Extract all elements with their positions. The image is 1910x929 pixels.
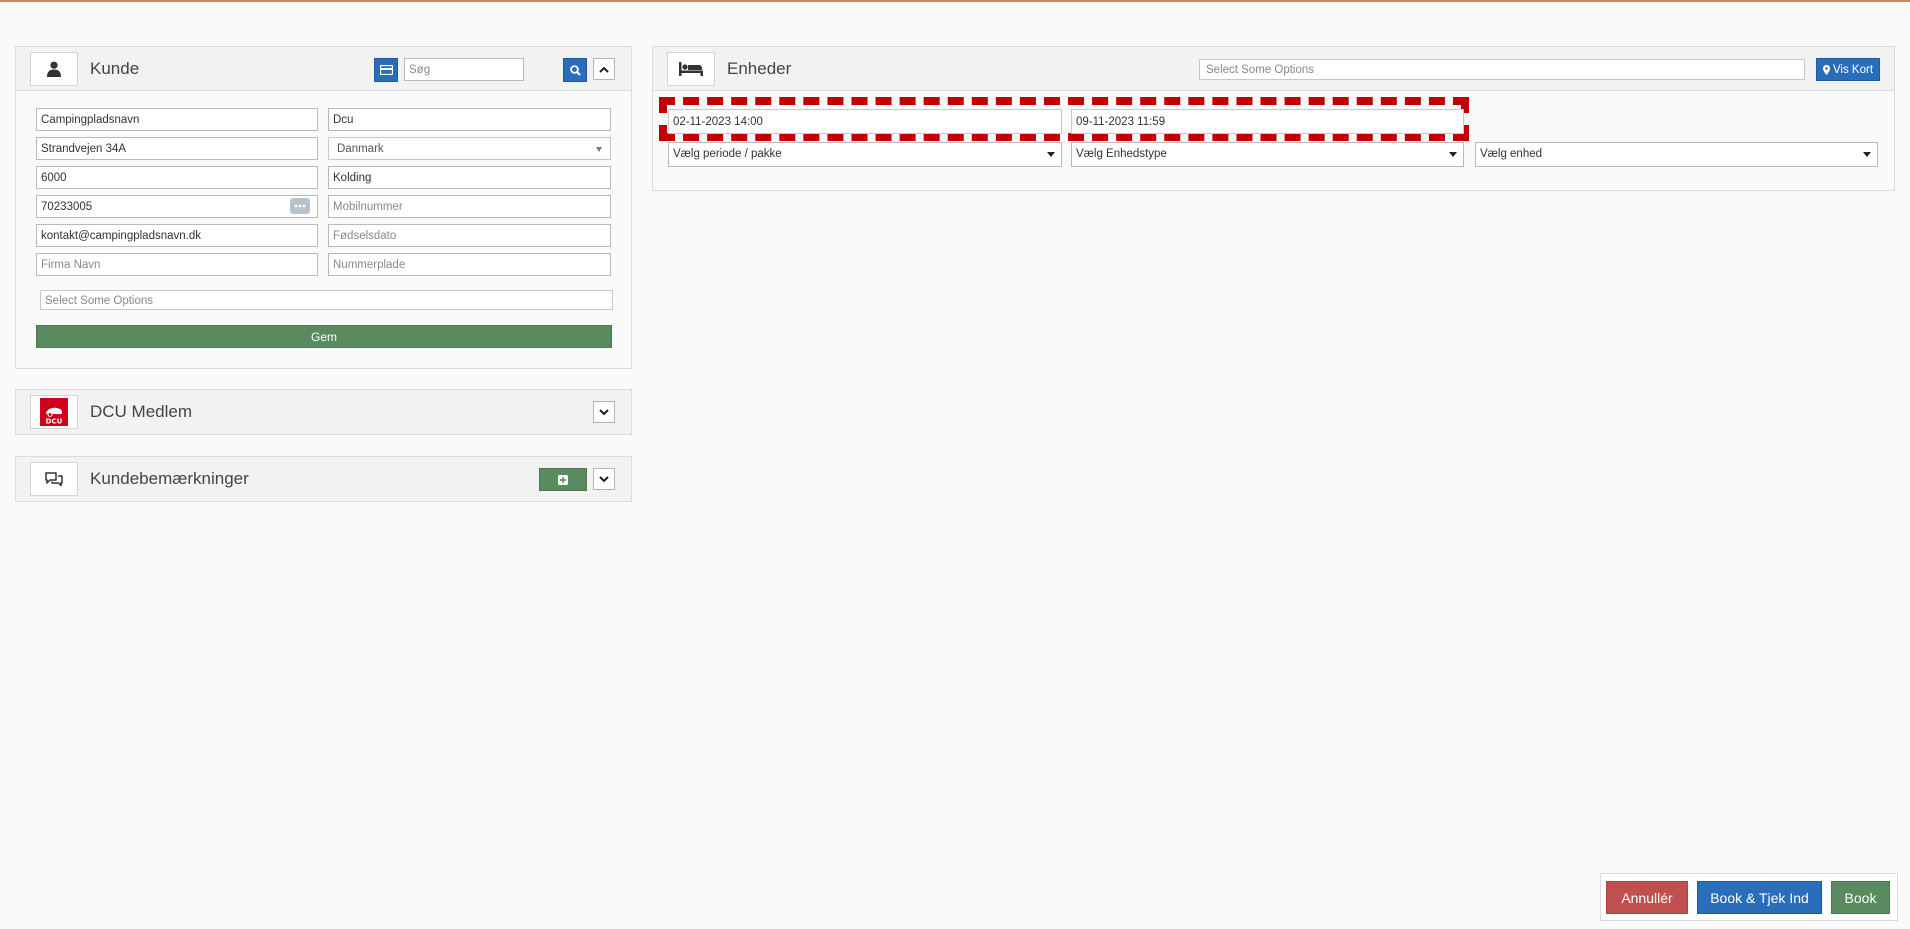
comments-icon [45,472,63,487]
save-button[interactable]: Gem [36,325,612,348]
phone-more-button[interactable] [290,198,310,214]
company-field[interactable]: Firma Navn [36,253,318,276]
phone-field-value: 70233005 [41,201,93,213]
footer-action-bar: Annullér Book & Tjek Ind Book [1600,873,1898,921]
user-icon [47,61,61,77]
address-field[interactable]: Strandvejen 34A [36,137,318,160]
phone-field[interactable]: 70233005 [36,195,318,218]
unit-type-value: Vælg Enhedstype [1076,148,1167,160]
save-button-label: Gem [310,329,337,344]
lastname-field[interactable]: Dcu [328,108,611,131]
unit-select[interactable]: Vælg enhed [1475,142,1878,167]
bed-icon [679,62,703,76]
country-select[interactable]: Danmark [328,137,611,160]
cancel-button-label: Annullér [1621,889,1673,906]
caret-down-icon [1863,152,1871,157]
units-panel: Enheder Select Some Options Vis Kort 02-… [652,46,1895,191]
name-field[interactable]: Campingpladsnavn [36,108,318,131]
customer-remarks-title: Kundebemærkninger [90,469,249,488]
email-field[interactable]: kontakt@campingpladsnavn.dk [36,224,318,247]
caret-down-icon [1047,152,1055,157]
chevron-down-icon [599,475,609,482]
plus-square-icon [558,474,568,485]
customer-panel-title: Kunde [90,59,140,78]
book-checkin-button-label: Book & Tjek Ind [1710,889,1809,906]
mobile-field[interactable]: Mobilnummer [328,195,611,218]
customer-search-button[interactable] [563,58,587,82]
customer-search-input[interactable]: Søg [404,58,524,81]
book-button[interactable]: Book [1831,881,1890,914]
customer-panel: Kunde Søg Campingpladsnavn Dcu Strandvej… [15,46,632,369]
zip-field[interactable]: 6000 [36,166,318,189]
date-to-field[interactable]: 09-11-2023 11:59 [1071,109,1464,134]
units-icon-box [667,52,715,86]
cancel-button[interactable]: Annullér [1606,881,1688,914]
customer-options-multiselect[interactable]: Select Some Options [40,290,613,310]
plate-field[interactable]: Nummerplade [328,253,611,276]
book-button-label: Book [1844,889,1877,906]
chevron-up-icon [599,66,609,73]
units-panel-header: Enheder Select Some Options Vis Kort [653,47,1894,91]
search-icon [569,64,581,76]
period-package-select[interactable]: Vælg periode / pakke [668,142,1062,167]
customer-icon-box [30,52,78,86]
unit-type-select[interactable]: Vælg Enhedstype [1071,142,1464,167]
dcu-logo-box: DCU [30,395,78,429]
credit-card-icon [379,65,393,75]
country-select-value: Danmark [337,143,384,155]
period-package-value: Vælg periode / pakke [673,148,782,160]
remarks-icon-box [30,462,78,496]
caret-down-icon [1449,152,1457,157]
units-panel-title: Enheder [727,59,792,78]
dcu-logo-text: DCU [46,418,63,426]
add-remark-button[interactable] [539,468,587,491]
units-options-multiselect[interactable]: Select Some Options [1199,59,1805,80]
customer-remarks-panel: Kundebemærkninger [15,456,632,502]
dcu-member-title: DCU Medlem [90,402,193,421]
dcu-member-panel: DCU DCU Medlem [15,389,632,435]
expand-remarks-button[interactable] [593,468,615,490]
country-chevron-icon [596,147,602,152]
book-checkin-button[interactable]: Book & Tjek Ind [1697,881,1822,914]
show-map-label: Vis Kort [1832,63,1874,76]
unit-value: Vælg enhed [1480,148,1543,160]
map-marker-icon [1822,64,1830,75]
city-field[interactable]: Kolding [328,166,611,189]
dcu-logo: DCU [40,398,68,426]
birthdate-field[interactable]: Fødselsdato [328,224,611,247]
chevron-down-icon [599,408,609,415]
collapse-customer-button[interactable] [593,58,615,80]
date-from-field[interactable]: 02-11-2023 14:00 [668,109,1062,134]
customer-panel-header: Kunde Søg [16,47,631,91]
card-button[interactable] [374,58,398,82]
ellipsis-icon [294,204,306,208]
show-map-button[interactable]: Vis Kort [1816,58,1880,81]
expand-dcu-button[interactable] [593,401,615,423]
